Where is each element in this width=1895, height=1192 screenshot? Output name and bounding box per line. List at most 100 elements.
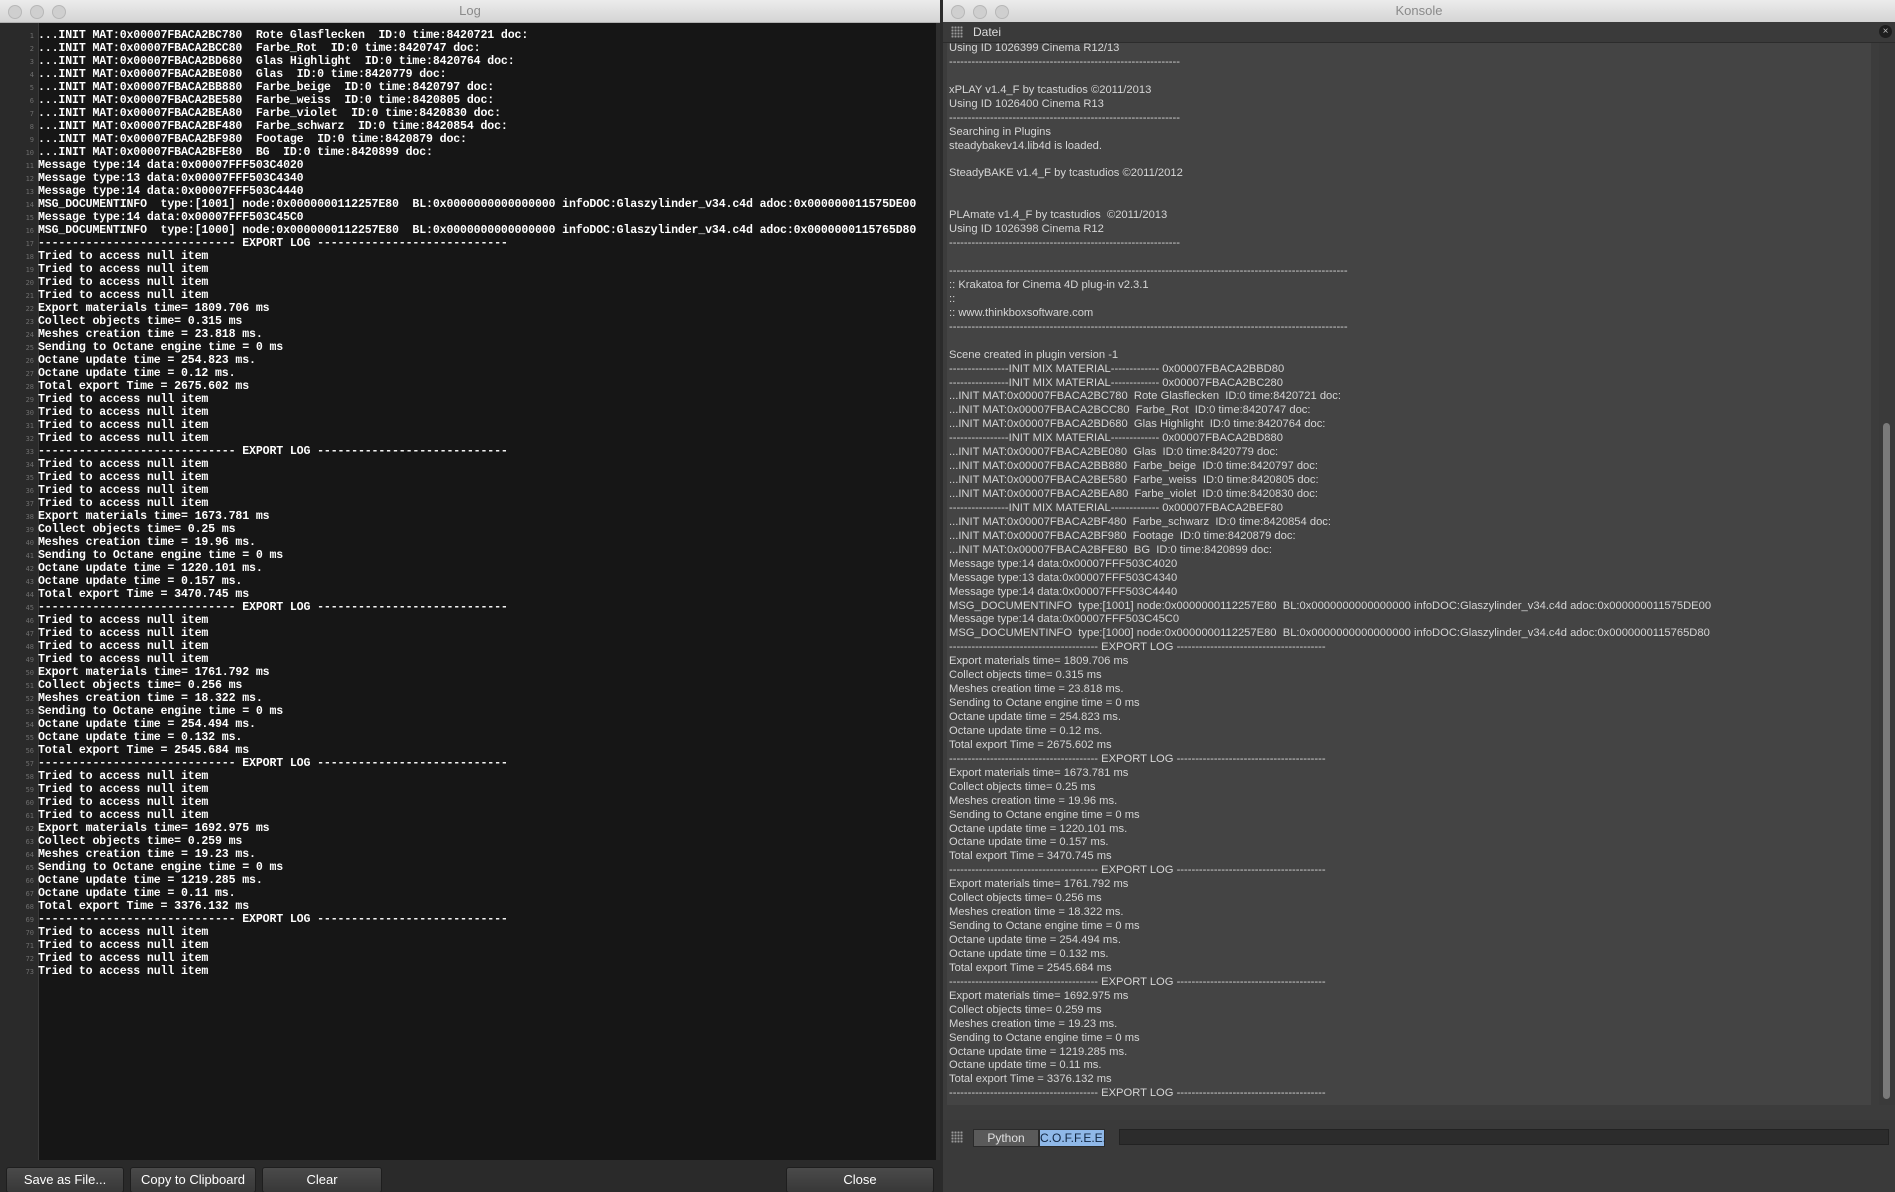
log-window-title: Log [459, 3, 481, 18]
console-line: ----------------------------------------… [949, 864, 1326, 877]
zoom-window-icon[interactable] [52, 5, 66, 19]
minimize-window-icon[interactable] [973, 5, 987, 19]
line-number: 6 [29, 96, 34, 105]
console-line: :: Krakatoa for Cinema 4D plug-in v2.3.1 [949, 278, 1149, 291]
log-line-text: Total export Time = 3470.745 ms [38, 588, 250, 601]
console-line: ----------------------------------------… [949, 320, 1348, 333]
log-line-text: Tried to access null item [38, 289, 209, 302]
grip-icon[interactable] [951, 26, 963, 38]
line-number: 43 [25, 577, 34, 586]
log-line-text: Octane update time = 0.12 ms. [38, 367, 236, 380]
close-panel-icon[interactable]: × [1879, 25, 1892, 38]
console-line: Total export Time = 2545.684 ms [949, 961, 1112, 974]
log-line-text: ----------------------------- EXPORT LOG… [38, 913, 508, 926]
line-number: 22 [25, 304, 34, 313]
log-line-text: Tried to access null item [38, 419, 209, 432]
log-line-text: ...INIT MAT:0x00007FBACA2BE580 Farbe_wei… [38, 94, 495, 107]
close-window-icon[interactable] [8, 5, 22, 19]
line-number: 49 [25, 655, 34, 664]
log-line: 41 Sending to Octane engine time = 0 ms [0, 549, 936, 562]
log-line: 18 Tried to access null item [0, 250, 936, 263]
konsole-titlebar[interactable]: Konsole [943, 0, 1895, 23]
console-line: ...INIT MAT:0x00007FBACA2BF980 Footage I… [949, 529, 1296, 542]
log-line: 22 Export materials time= 1809.706 ms [0, 302, 936, 315]
log-line: 67 Octane update time = 0.11 ms. [0, 887, 936, 900]
line-number: 52 [25, 694, 34, 703]
minimize-window-icon[interactable] [30, 5, 44, 19]
log-line-text: Tried to access null item [38, 614, 209, 627]
log-line: 35 Tried to access null item [0, 471, 936, 484]
command-input[interactable] [1119, 1129, 1889, 1145]
menu-datei[interactable]: Datei [973, 24, 1001, 40]
log-line: 63 Collect objects time= 0.259 ms [0, 835, 936, 848]
line-number: 19 [25, 265, 34, 274]
log-titlebar[interactable]: Log [0, 0, 940, 23]
line-number: 70 [25, 928, 34, 937]
line-number: 73 [25, 967, 34, 976]
console-line: Message type:14 data:0x00007FFF503C4020 [949, 557, 1178, 570]
console-line: Collect objects time= 0.315 ms [949, 669, 1102, 682]
line-number: 42 [25, 564, 34, 573]
line-number: 14 [25, 200, 34, 209]
copy-to-clipboard-button[interactable]: Copy to Clipboard [130, 1167, 256, 1192]
line-number: 51 [25, 681, 34, 690]
console-line: SteadyBAKE v1.4_F by tcastudios ©2011/20… [949, 167, 1183, 180]
log-line: 49 Tried to access null item [0, 653, 936, 666]
line-number: 63 [25, 837, 34, 846]
line-number: 17 [25, 239, 34, 248]
tab-coffee[interactable]: C.O.F.F.E.E. [1039, 1129, 1106, 1147]
log-line-text: Tried to access null item [38, 939, 209, 952]
log-line-text: Tried to access null item [38, 497, 209, 510]
log-line-text: ...INIT MAT:0x00007FBACA2BCC80 Farbe_Rot… [38, 42, 481, 55]
tab-python[interactable]: Python [973, 1129, 1039, 1147]
konsole-window: Konsole Datei × Using ID 1026399 Cinema … [943, 0, 1895, 1192]
log-line-text: ...INIT MAT:0x00007FBACA2BEA80 Farbe_vio… [38, 107, 501, 120]
konsole-window-title: Konsole [1395, 3, 1443, 18]
close-window-icon[interactable] [951, 5, 965, 19]
console-line: ----------------------------------------… [949, 641, 1326, 654]
console-line: ----------------------------------------… [949, 975, 1326, 988]
log-line-text: Tried to access null item [38, 263, 209, 276]
line-number: 66 [25, 876, 34, 885]
log-line: 36 Tried to access null item [0, 484, 936, 497]
console-line: ----------------INIT MIX MATERIAL-------… [949, 362, 1285, 375]
log-line: 70 Tried to access null item [0, 926, 936, 939]
line-number: 50 [25, 668, 34, 677]
log-line: 68 Total export Time = 3376.132 ms [0, 900, 936, 913]
log-line-text: Message type:13 data:0x00007FFF503C4340 [38, 172, 304, 185]
log-line-text: Sending to Octane engine time = 0 ms [38, 861, 284, 874]
log-line-text: Meshes creation time = 23.818 ms. [38, 328, 263, 341]
log-line: 2 ...INIT MAT:0x00007FBACA2BCC80 Farbe_Ro… [0, 42, 936, 55]
log-line: 38 Export materials time= 1673.781 ms [0, 510, 936, 523]
log-line: 61 Tried to access null item [0, 809, 936, 822]
console-scrollbar[interactable] [1879, 43, 1895, 1105]
log-line-text: Tried to access null item [38, 926, 209, 939]
line-number: 59 [25, 785, 34, 794]
clear-button[interactable]: Clear [262, 1167, 382, 1192]
log-text-area[interactable]: 1 ...INIT MAT:0x00007FBACA2BC780 Rote Gla… [0, 23, 936, 1160]
save-as-file-button[interactable]: Save as File... [6, 1167, 124, 1192]
console-line: Octane update time = 0.132 ms. [949, 947, 1109, 960]
zoom-window-icon[interactable] [995, 5, 1009, 19]
close-button[interactable]: Close [786, 1167, 934, 1192]
log-line-text: Message type:14 data:0x00007FFF503C4440 [38, 185, 304, 198]
line-number: 25 [25, 343, 34, 352]
grip-icon[interactable] [951, 1131, 963, 1143]
log-line-text: Total export Time = 2675.602 ms [38, 380, 250, 393]
line-number: 45 [25, 603, 34, 612]
console-line: ----------------------------------------… [949, 237, 1180, 250]
console-line: ----------------INIT MIX MATERIAL-------… [949, 432, 1283, 445]
log-line: 8 ...INIT MAT:0x00007FBACA2BF480 Farbe_sc… [0, 120, 936, 133]
window-controls [8, 5, 66, 19]
console-line: steadybakev14.lib4d is loaded. [949, 139, 1103, 152]
console-output[interactable]: Using ID 1026399 Cinema R12/13 ----------… [947, 43, 1871, 1105]
log-line-text: Tried to access null item [38, 809, 209, 822]
log-line-text: Total export Time = 2545.684 ms [38, 744, 250, 757]
console-line: ...INIT MAT:0x00007FBACA2BE580 Farbe_wei… [949, 474, 1319, 487]
log-line: 12 Message type:13 data:0x00007FFF503C434… [0, 172, 936, 185]
log-line-text: Tried to access null item [38, 653, 209, 666]
console-scrollbar-thumb[interactable] [1883, 423, 1890, 1099]
log-scrollbar[interactable] [936, 23, 940, 1160]
console-line: Octane update time = 254.494 ms. [949, 934, 1121, 946]
